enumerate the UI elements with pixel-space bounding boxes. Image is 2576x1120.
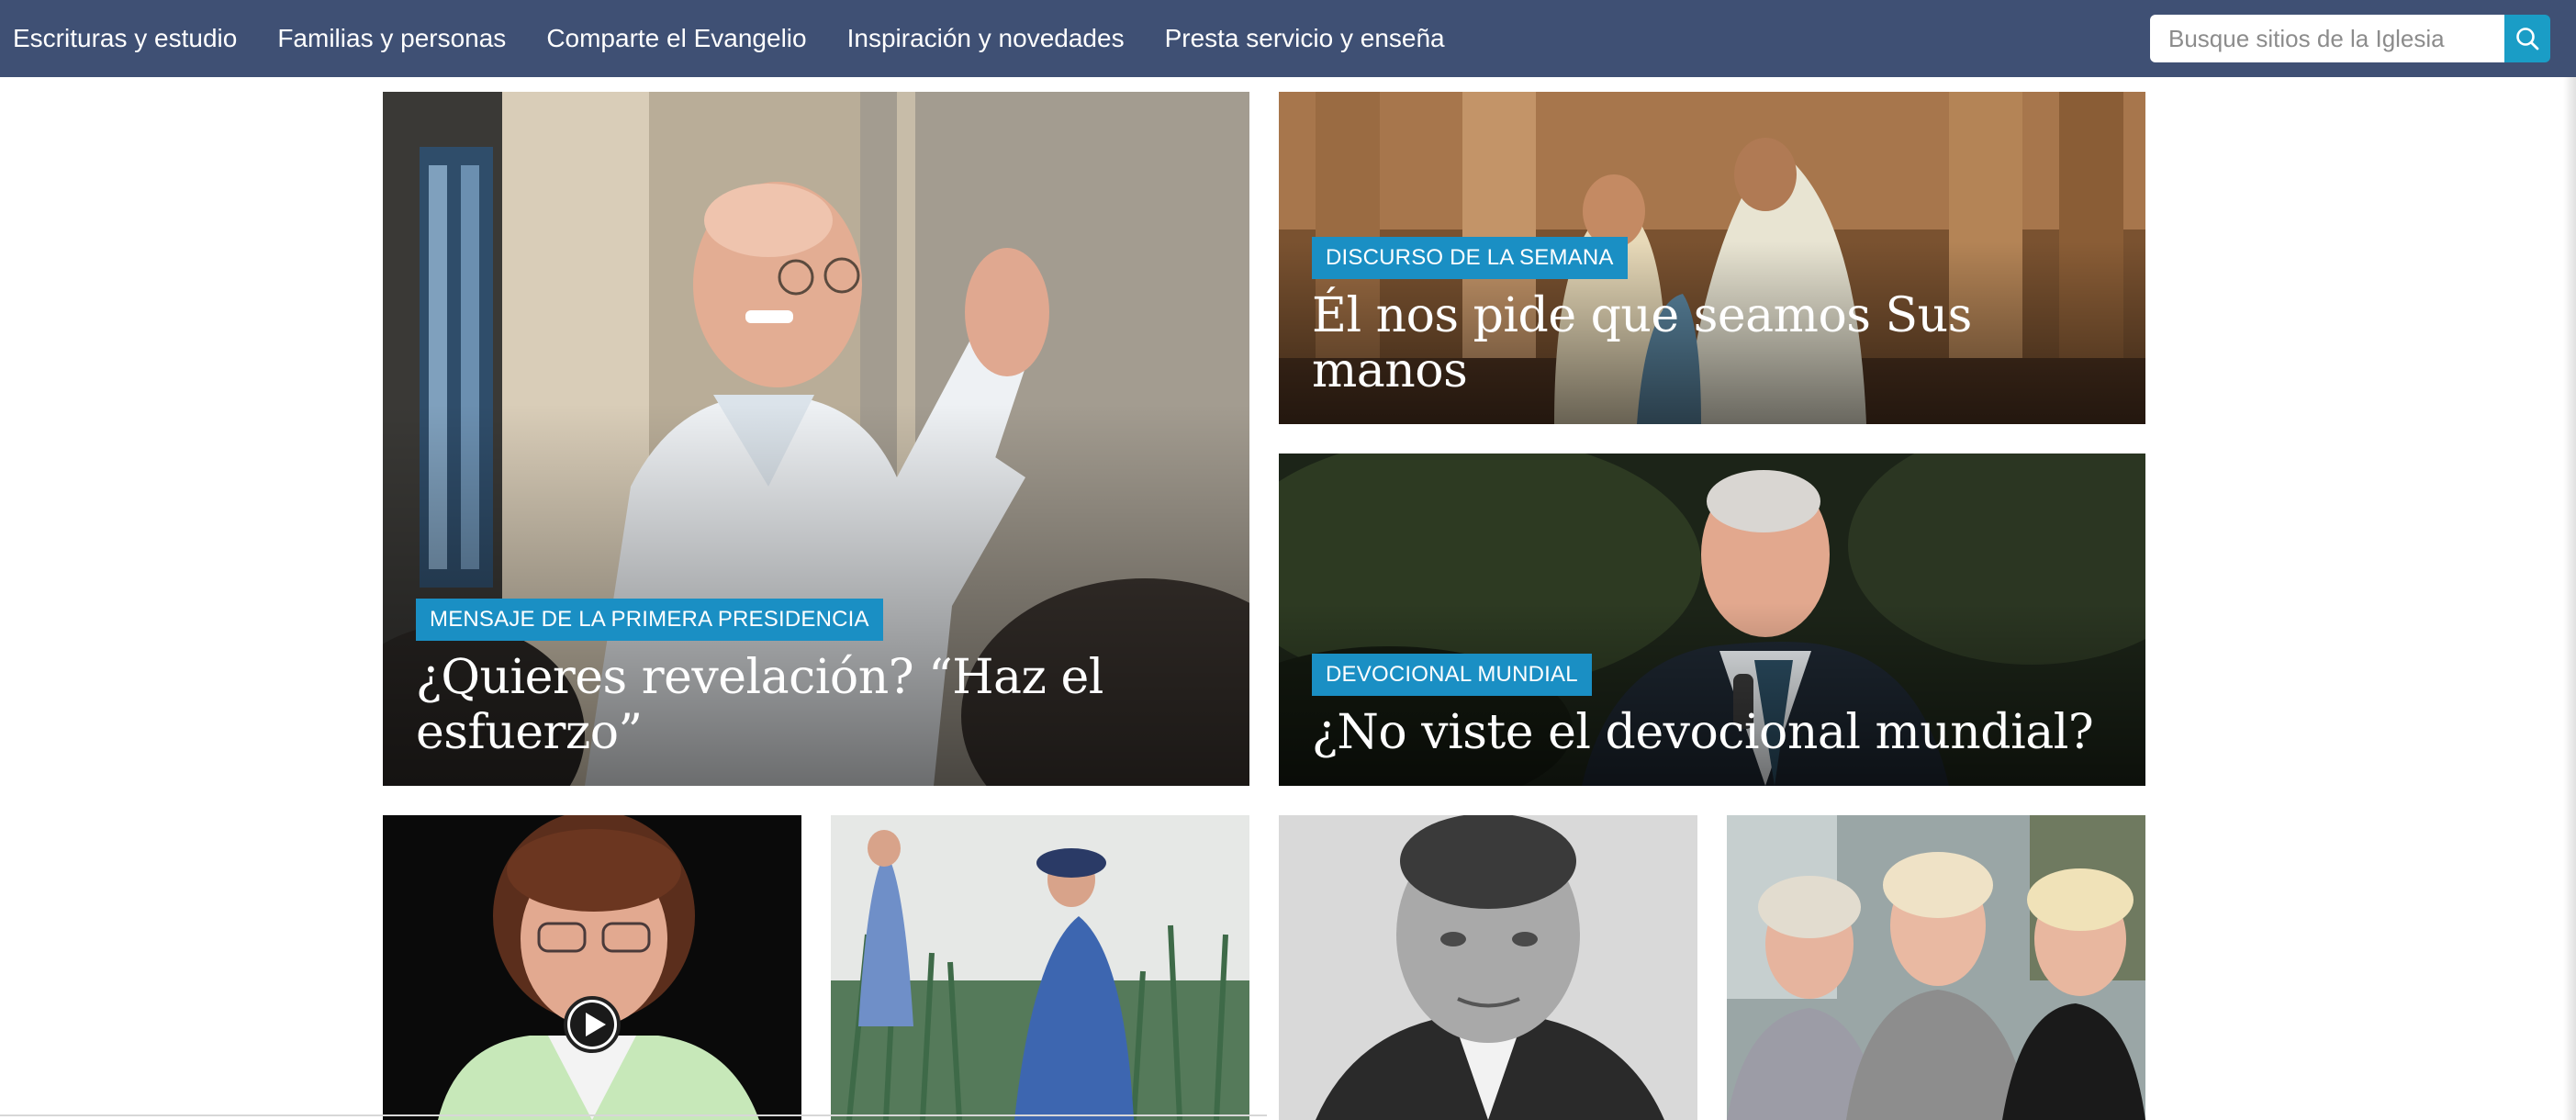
play-icon[interactable] (562, 994, 622, 1055)
feature-right-top-caption: DISCURSO DE LA SEMANA Él nos pide que se… (1312, 237, 2112, 398)
nav-link-familias[interactable]: Familias y personas (277, 24, 506, 53)
nav-links: Escrituras y estudio Familias y personas… (13, 0, 1485, 77)
feature-main-title[interactable]: ¿Quieres revelación? “Haz el esfuerzo” (416, 650, 1216, 760)
feature-right-top-card[interactable]: DISCURSO DE LA SEMANA Él nos pide que se… (1279, 92, 2145, 424)
portrait-tile-image (1279, 815, 1697, 1120)
feature-right-bottom-title[interactable]: ¿No viste el devocional mundial? (1312, 705, 2112, 760)
feature-main-card[interactable]: MENSAJE DE LA PRIMERA PRESIDENCIA ¿Quier… (383, 92, 1249, 786)
feature-right-bottom-card[interactable]: DEVOCIONAL MUNDIAL ¿No viste el devocion… (1279, 454, 2145, 786)
search-icon (2516, 28, 2539, 50)
search-input[interactable] (2150, 15, 2504, 62)
video-tile-image (383, 815, 801, 1120)
group-photo-tile-image (1727, 815, 2145, 1120)
feature-right-top-tag[interactable]: DISCURSO DE LA SEMANA (1312, 237, 1628, 279)
feature-right-bottom-caption: DEVOCIONAL MUNDIAL ¿No viste el devocion… (1312, 654, 2112, 760)
search-button[interactable] (2504, 15, 2550, 62)
feature-right-bottom-tag[interactable]: DEVOCIONAL MUNDIAL (1312, 654, 1592, 696)
page-edge-shadow (2563, 77, 2576, 1120)
painting-tile-image (831, 815, 1249, 1120)
feature-main-tag[interactable]: MENSAJE DE LA PRIMERA PRESIDENCIA (416, 599, 883, 641)
feature-main-caption: MENSAJE DE LA PRIMERA PRESIDENCIA ¿Quier… (416, 599, 1216, 760)
search-box (2150, 15, 2550, 62)
nav-link-escrituras[interactable]: Escrituras y estudio (13, 24, 237, 53)
nav-link-comparte[interactable]: Comparte el Evangelio (546, 24, 806, 53)
feature-right-top-title[interactable]: Él nos pide que seamos Sus manos (1312, 288, 2112, 398)
portrait-tile[interactable] (1279, 815, 1697, 1120)
scroll-indicator-line (0, 1114, 1267, 1116)
nav-link-inspiracion[interactable]: Inspiración y novedades (847, 24, 1125, 53)
top-navigation-bar: Escrituras y estudio Familias y personas… (0, 0, 2576, 77)
nav-link-presta-servicio[interactable]: Presta servicio y enseña (1165, 24, 1445, 53)
video-tile[interactable] (383, 815, 801, 1120)
painting-tile[interactable] (831, 815, 1249, 1120)
group-photo-tile[interactable] (1727, 815, 2145, 1120)
